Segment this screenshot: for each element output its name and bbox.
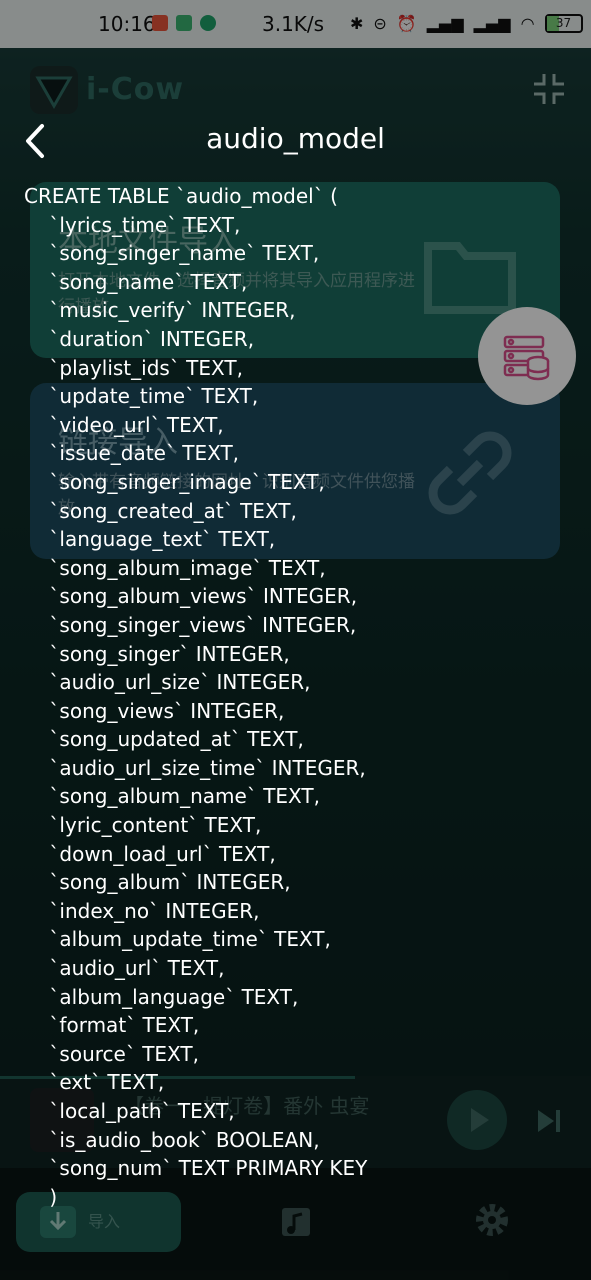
sql-line: `video_url` TEXT, (24, 412, 224, 437)
sql-line: `song_created_at` TEXT, (24, 498, 297, 523)
sql-line: `album_language` TEXT, (24, 984, 299, 1009)
create-table-sql: CREATE TABLE `audio_model` ( `lyrics_tim… (24, 182, 584, 1211)
sql-line: `source` TEXT, (24, 1041, 199, 1066)
sql-line: `song_singer` INTEGER, (24, 641, 290, 666)
sql-line: `song_album_image` TEXT, (24, 555, 326, 580)
sql-line: `down_load_url` TEXT, (24, 841, 276, 866)
sql-line: `song_singer_image` TEXT, (24, 469, 325, 494)
sql-line: `issue_date` TEXT, (24, 441, 240, 466)
sql-line: `song_name` TEXT, (24, 269, 248, 294)
sql-line: `song_singer_name` TEXT, (24, 241, 320, 266)
dialog-title: audio_model (206, 122, 385, 155)
sql-line: `is_audio_book` BOOLEAN, (24, 1127, 320, 1152)
sql-line: `song_album_views` INTEGER, (24, 584, 358, 609)
sql-line: `music_verify` INTEGER, (24, 298, 296, 323)
sql-line: `duration` INTEGER, (24, 326, 255, 351)
sql-line: CREATE TABLE `audio_model` ( (24, 184, 338, 208)
sql-line: `format` TEXT, (24, 1013, 200, 1038)
sql-line: `playlist_ids` TEXT, (24, 355, 243, 380)
sql-line: `audio_url` TEXT, (24, 956, 225, 981)
sql-line: `song_views` INTEGER, (24, 698, 285, 723)
sql-line: `audio_url_size` INTEGER, (24, 670, 311, 695)
sql-line: `ext` TEXT, (24, 1070, 165, 1095)
sql-line: `song_updated_at` TEXT, (24, 727, 304, 752)
sql-line: `audio_url_size_time` INTEGER, (24, 755, 366, 780)
sql-line: `song_num` TEXT PRIMARY KEY (24, 1156, 368, 1181)
sql-line: `local_path` TEXT, (24, 1099, 235, 1123)
sql-line: `album_update_time` TEXT, (24, 927, 331, 952)
sql-line: `lyrics_time` TEXT, (24, 212, 241, 237)
sql-line: `song_singer_views` INTEGER, (24, 612, 357, 637)
sql-line: `update_time` TEXT, (24, 384, 259, 409)
sql-line: `song_album_name` TEXT, (24, 784, 320, 809)
sql-line: `song_album` INTEGER, (24, 870, 291, 895)
sql-line: `lyric_content` TEXT, (24, 813, 262, 838)
sql-line: `index_no` INTEGER, (24, 898, 260, 923)
sql-line: ) (24, 1184, 58, 1209)
sql-line: `language_text` TEXT, (24, 527, 276, 552)
